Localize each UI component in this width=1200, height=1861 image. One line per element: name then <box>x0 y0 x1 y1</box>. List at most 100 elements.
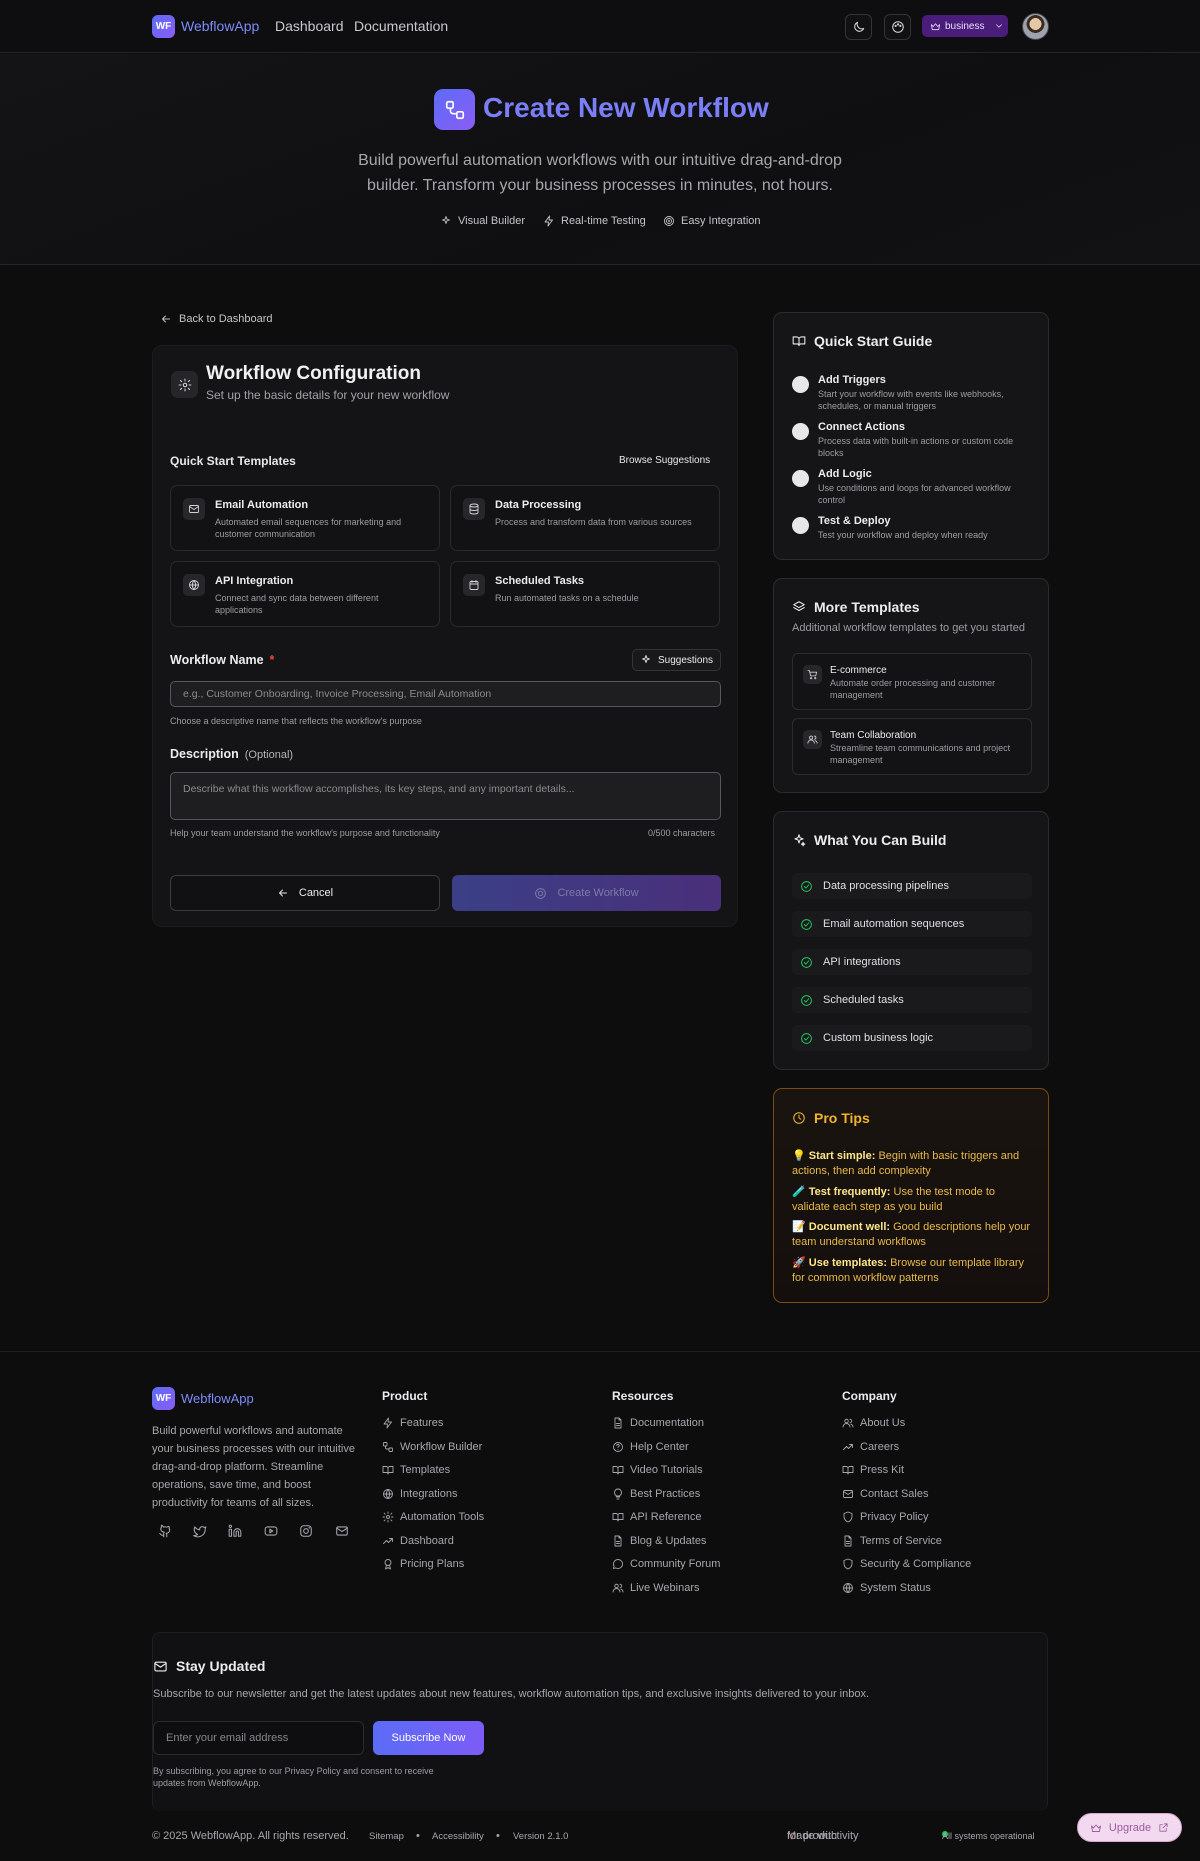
footer-link[interactable]: Templates <box>382 1464 450 1476</box>
more-templates-panel: More Templates Additional workflow templ… <box>773 578 1049 793</box>
template-name: Team Collaboration <box>830 730 917 741</box>
layers-icon <box>793 601 805 612</box>
cancel-button[interactable]: Cancel <box>170 875 440 911</box>
footer-link[interactable]: Pricing Plans <box>382 1558 464 1570</box>
browse-suggestions-button[interactable]: Browse Suggestions <box>619 455 710 466</box>
template-api-integration[interactable]: API Integration Connect and sync data be… <box>170 561 440 627</box>
build-item: Scheduled tasks <box>792 987 1032 1013</box>
linkedin-icon[interactable] <box>228 1524 242 1538</box>
footer-link[interactable]: API Reference <box>612 1511 702 1523</box>
pro-tip: 💡 Start simple: Begin with basic trigger… <box>792 1150 1020 1177</box>
footer-link[interactable]: Dashboard <box>382 1535 454 1547</box>
footer-col-title-product: Product <box>382 1389 428 1403</box>
footer-link[interactable]: About Us <box>842 1417 905 1429</box>
external-link-icon <box>1159 1823 1168 1832</box>
arrow-left-icon <box>162 315 170 323</box>
logo-icon[interactable]: WF <box>152 15 175 38</box>
footer-link[interactable]: Automation Tools <box>382 1511 484 1523</box>
app-name[interactable]: WebflowApp <box>181 18 259 34</box>
footer-link[interactable]: Best Practices <box>612 1488 700 1500</box>
newsletter-section: Stay Updated Subscribe to our newsletter… <box>152 1632 1048 1811</box>
github-icon[interactable] <box>158 1524 172 1538</box>
template-scheduled-tasks[interactable]: Scheduled Tasks Run automated tasks on a… <box>450 561 720 627</box>
settings-icon <box>171 371 198 398</box>
sparkles-icon <box>442 216 450 224</box>
footer-link[interactable]: Blog & Updates <box>612 1535 706 1547</box>
footer-link[interactable]: Help Center <box>612 1441 689 1453</box>
step-dot <box>792 423 809 440</box>
template-desc: Automate order processing and customer m… <box>830 678 996 700</box>
nav-link-documentation[interactable]: Documentation <box>354 18 448 34</box>
step-dot <box>792 376 809 393</box>
plan-dropdown[interactable]: business <box>922 15 1008 37</box>
workflow-icon <box>434 89 475 130</box>
palette-button[interactable] <box>884 14 911 40</box>
top-nav: WF WebflowApp Dashboard Documentation bu… <box>0 0 1200 53</box>
lightbulb-icon <box>614 1488 622 1500</box>
footer-link[interactable]: Community Forum <box>612 1558 720 1570</box>
footer-logo-icon[interactable]: WF <box>152 1387 175 1410</box>
footer-col-title-company: Company <box>842 1389 897 1403</box>
file-text-icon <box>614 1417 622 1429</box>
footer-link[interactable]: Security & Compliance <box>842 1558 971 1570</box>
pro-tip: 📝 Document well: Good descriptions help … <box>792 1221 1031 1248</box>
footer-link[interactable]: Video Tutorials <box>612 1464 703 1476</box>
footer-link[interactable]: Live Webinars <box>612 1582 700 1594</box>
footer-app-name[interactable]: WebflowApp <box>181 1391 254 1406</box>
check-circle-icon <box>801 880 812 892</box>
settings-icon <box>382 1511 394 1523</box>
nav-link-dashboard[interactable]: Dashboard <box>275 18 344 34</box>
user-avatar[interactable] <box>1022 13 1049 40</box>
footer-link[interactable]: Features <box>382 1417 443 1429</box>
template-email-automation[interactable]: Email Automation Automated email sequenc… <box>170 485 440 551</box>
calendar-icon <box>463 574 485 596</box>
palette-icon <box>891 21 904 33</box>
footer-link[interactable]: Privacy Policy <box>842 1511 928 1523</box>
more-templates-title: More Templates <box>792 599 920 615</box>
zap-icon <box>544 215 553 227</box>
mail-icon[interactable] <box>335 1524 349 1538</box>
hero-subtitle: Build powerful automation workflows with… <box>358 152 842 194</box>
template-data-processing[interactable]: Data Processing Process and transform da… <box>450 485 720 551</box>
template-desc: Automated email sequences for marketing … <box>215 517 402 539</box>
subscribe-button[interactable]: Subscribe Now <box>373 1721 484 1755</box>
description-textarea[interactable]: Describe what this workflow accomplishes… <box>170 772 721 820</box>
users-icon <box>803 730 822 749</box>
twitter-icon[interactable] <box>193 1524 207 1538</box>
help-circle-icon <box>613 1442 623 1452</box>
footer-link[interactable]: Workflow Builder <box>382 1441 482 1453</box>
workflow-name-input[interactable]: e.g., Customer Onboarding, Invoice Proce… <box>170 681 721 707</box>
newsletter-legal: By subscribing, you agree to our Privacy… <box>153 1766 434 1788</box>
footer-link[interactable]: Careers <box>842 1441 899 1453</box>
footer-link[interactable]: System Status <box>842 1582 931 1594</box>
template-ecommerce[interactable]: E-commerce Automate order processing and… <box>792 653 1032 710</box>
check-circle-icon <box>801 918 812 930</box>
instagram-icon[interactable] <box>299 1524 313 1538</box>
back-to-dashboard-link[interactable]: Back to Dashboard <box>160 313 273 325</box>
footer-link[interactable]: Terms of Service <box>842 1535 942 1547</box>
footer-link[interactable]: Documentation <box>612 1417 704 1429</box>
separator-dot: • <box>496 1830 500 1842</box>
templates-heading: Quick Start Templates <box>170 454 296 468</box>
check-circle-icon <box>801 1032 812 1044</box>
theme-toggle-button[interactable] <box>845 14 872 40</box>
file-text-icon <box>614 1535 622 1547</box>
create-workflow-button[interactable]: Create Workflow <box>452 875 721 911</box>
description-label: Description (Optional) <box>170 747 294 761</box>
footer-link[interactable]: Press Kit <box>842 1464 904 1476</box>
suggestions-button[interactable]: Suggestions <box>632 649 721 671</box>
footer-link[interactable]: Contact Sales <box>842 1488 928 1500</box>
youtube-icon[interactable] <box>264 1524 278 1538</box>
sitemap-link[interactable]: Sitemap <box>369 1831 404 1842</box>
globe-icon <box>843 1583 853 1593</box>
footer-divider <box>0 1351 1200 1352</box>
template-team-collaboration[interactable]: Team Collaboration Streamline team commu… <box>792 718 1032 775</box>
guide-title: Quick Start Guide <box>792 333 932 349</box>
accessibility-link[interactable]: Accessibility <box>432 1831 484 1842</box>
newsletter-email-input[interactable]: Enter your email address <box>153 1721 364 1755</box>
footer-link[interactable]: Integrations <box>382 1488 457 1500</box>
shield-icon <box>843 1511 853 1523</box>
file-text-icon <box>844 1535 852 1547</box>
upgrade-button[interactable]: Upgrade <box>1077 1813 1182 1842</box>
char-count: 0/500 characters <box>648 828 716 838</box>
